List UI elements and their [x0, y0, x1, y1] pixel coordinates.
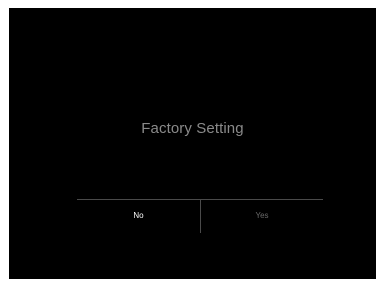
no-button[interactable]: No [77, 203, 200, 229]
yes-button[interactable]: Yes [201, 203, 323, 229]
factory-setting-dialog: Factory Setting No Yes [9, 8, 376, 279]
dialog-title: Factory Setting [141, 120, 244, 137]
